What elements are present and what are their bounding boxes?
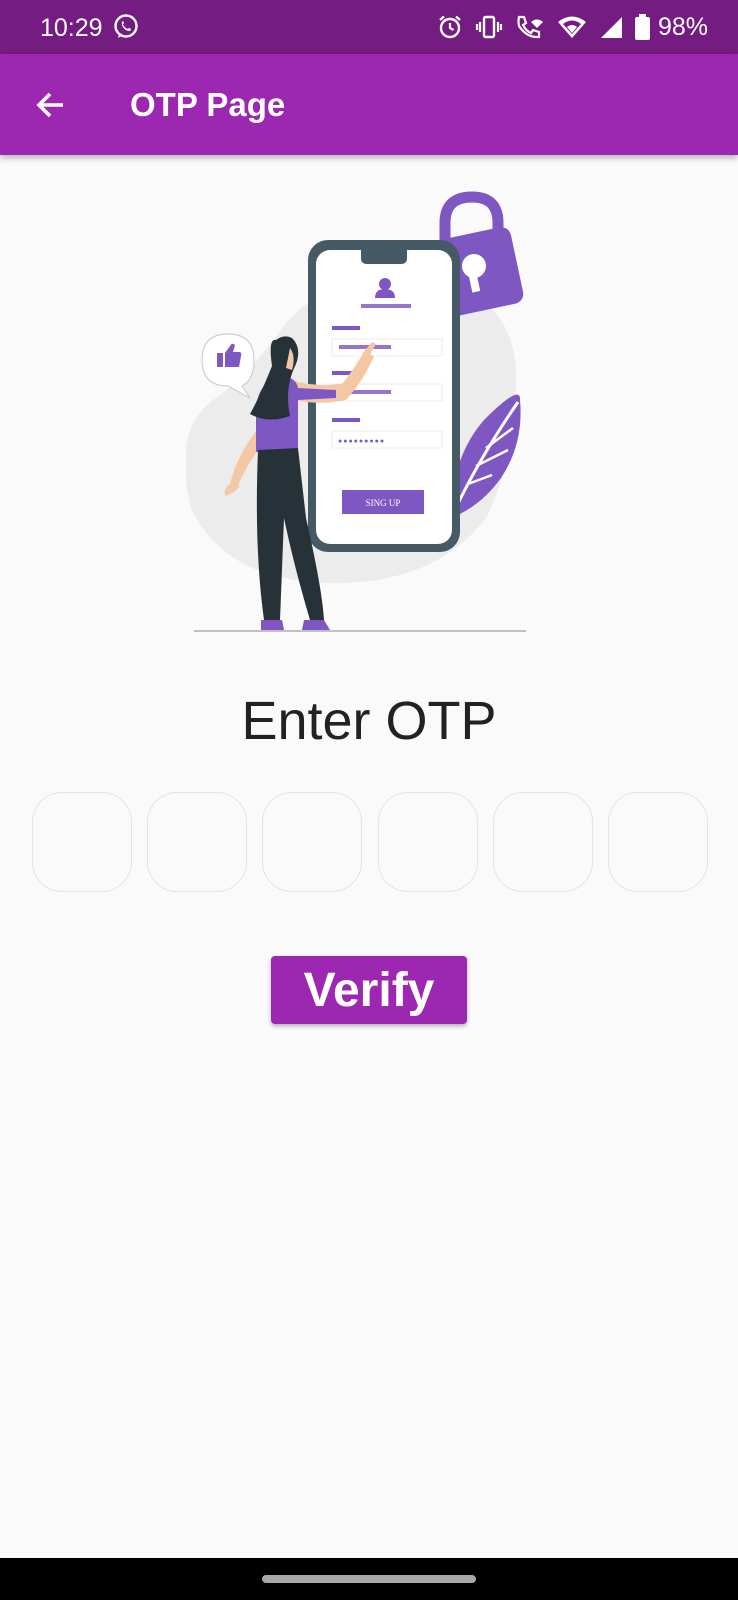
status-bar: 10:29 98%: [0, 0, 738, 54]
signup-label: SING UP: [366, 498, 401, 508]
otp-digit-5[interactable]: [492, 792, 593, 892]
system-navigation-bar: [0, 1558, 738, 1600]
otp-digit-2[interactable]: [147, 792, 248, 892]
battery-percentage: 98%: [657, 12, 708, 41]
status-time: 10:29: [40, 14, 103, 42]
home-gesture-handle[interactable]: [262, 1575, 476, 1583]
signup-illustration: ●●●●●●●●● SING UP: [186, 191, 526, 632]
otp-digit-1[interactable]: [32, 792, 132, 892]
otp-digit-6[interactable]: [607, 792, 708, 892]
page-title: OTP Page: [130, 86, 286, 123]
cell-signal-icon: [600, 17, 622, 38]
vibrate-icon: [475, 15, 503, 39]
otp-input-group: [32, 792, 708, 892]
otp-digit-3[interactable]: [262, 792, 363, 892]
wifi-icon: [557, 16, 586, 38]
otp-digit-4[interactable]: [377, 792, 478, 892]
verify-button[interactable]: Verify: [271, 956, 467, 1024]
whatsapp-icon: [114, 14, 138, 38]
status-icons: 98%: [437, 12, 708, 42]
alarm-icon: [439, 15, 461, 39]
wifi-calling-icon: [517, 15, 543, 39]
arrow-back-icon: [36, 92, 63, 118]
otp-heading: Enter OTP: [241, 691, 497, 751]
battery-icon: [634, 14, 650, 40]
app-bar: OTP Page: [0, 54, 738, 155]
password-mask: ●●●●●●●●●: [338, 438, 385, 445]
back-button[interactable]: [24, 78, 78, 132]
